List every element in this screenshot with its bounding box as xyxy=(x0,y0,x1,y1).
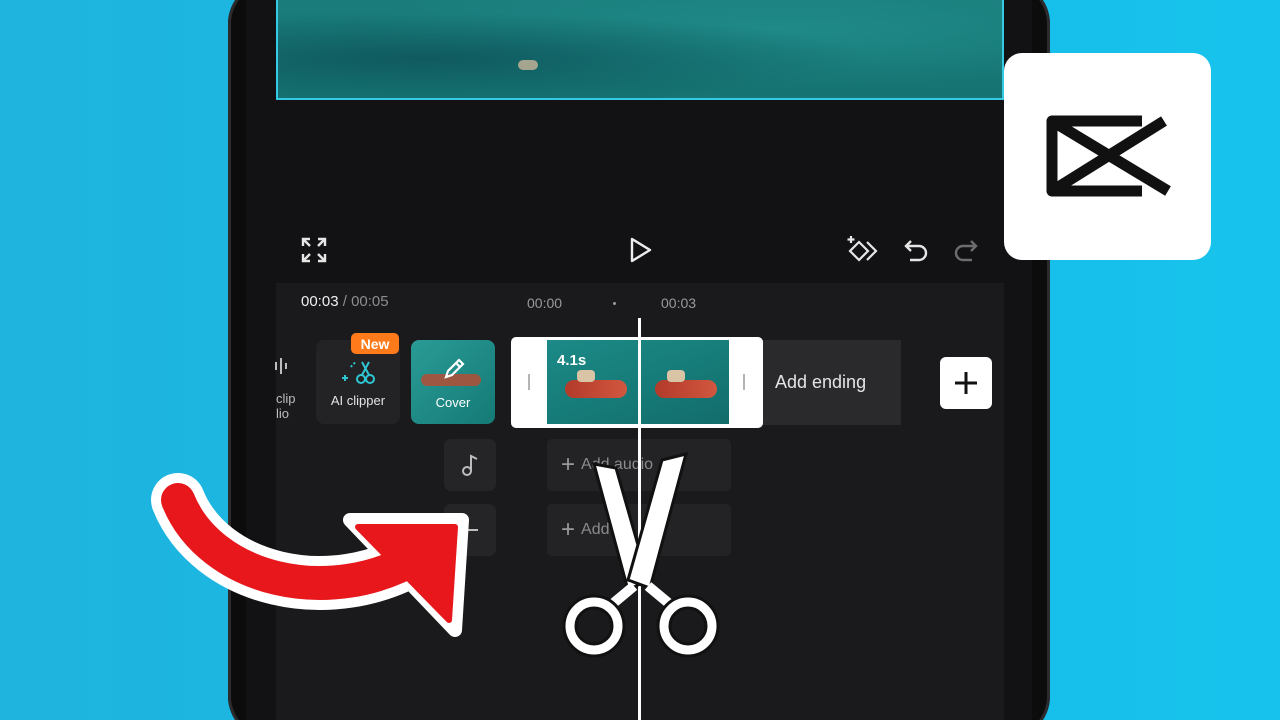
scissors-icon xyxy=(562,451,720,658)
